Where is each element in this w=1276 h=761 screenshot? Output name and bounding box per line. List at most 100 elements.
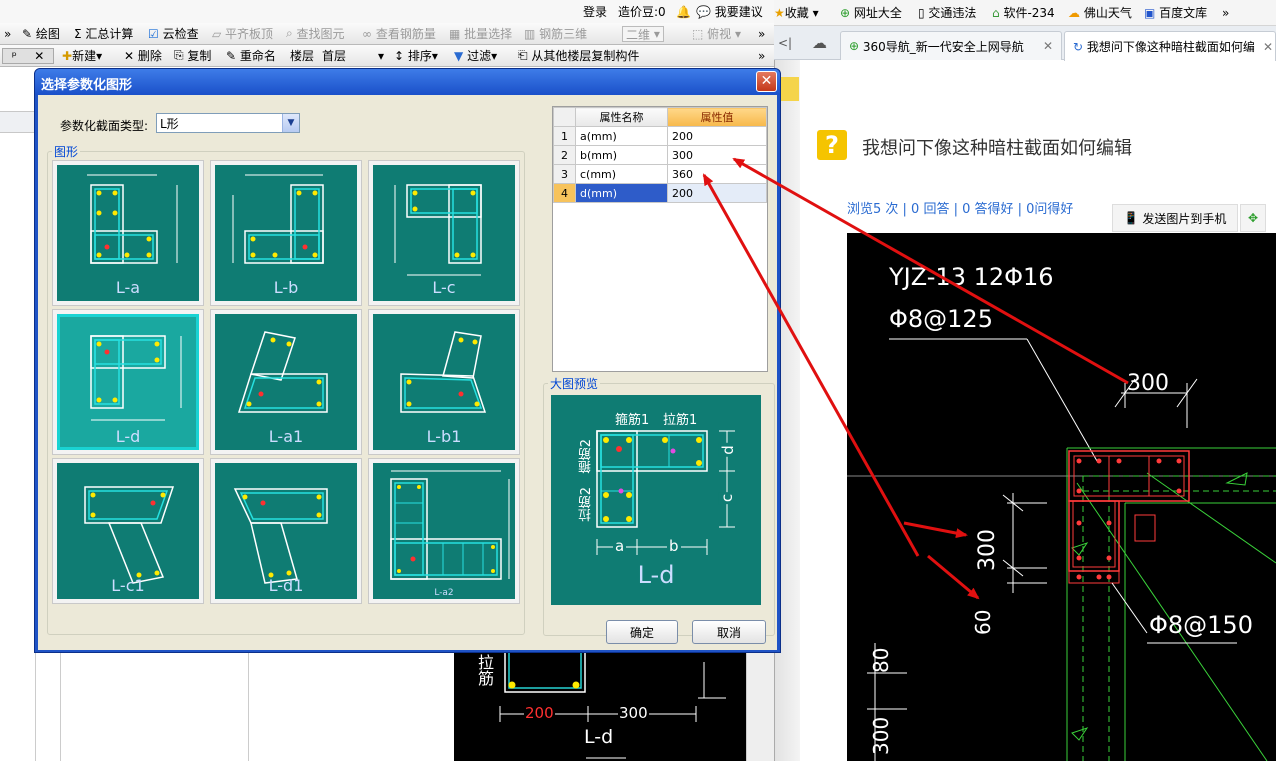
login-link[interactable]: 登录 (583, 0, 607, 23)
prop-name: a(mm) (575, 126, 668, 146)
suggest-link[interactable]: 💬 我要建议 (696, 0, 763, 23)
bookmark-weather-label: 佛山天气 (1083, 6, 1132, 20)
panel-pin-close[interactable]: ᵖ ✕ (2, 48, 54, 64)
tab-question-close-icon[interactable]: ✕ (1262, 39, 1273, 54)
cloud-check-button[interactable]: ☑ 云检查 (148, 23, 199, 44)
fullscreen-button[interactable]: ✥ (1240, 204, 1266, 232)
filter-button[interactable]: ▼ 过滤 ▾ (454, 45, 497, 66)
tab-360-close-icon[interactable]: ✕ (1043, 39, 1053, 53)
tools-toolbar: » ✎ 绘图 Σ 汇总计算 ☑ 云检查 ▱ 平齐板顶 ⌕ 查找图元 ∞ 查看钢筋… (0, 23, 774, 45)
dialog-close-button[interactable]: ✕ (756, 71, 777, 92)
shape-thumb-l-c[interactable]: L-c (368, 160, 520, 306)
shape-thumb-l-a1[interactable]: L-a1 (210, 309, 362, 455)
rebar-3d-label: 钢筋三维 (539, 27, 588, 41)
flush-slab-button[interactable]: ▱ 平齐板顶 (212, 23, 273, 44)
prop-row-selected[interactable]: 4 d(mm) 200 (553, 183, 767, 203)
shape-thumb-l-c1[interactable]: L-c1 (52, 458, 204, 604)
cloud-tab-icon[interactable]: ☁ (812, 26, 827, 59)
shape-thumb-l-b1[interactable]: L-b1 (368, 309, 520, 455)
bookmark-baidu-wenku-label: 百度文库 (1159, 6, 1208, 20)
prop-row-number: 3 (553, 164, 576, 184)
summary-label: 汇总计算 (85, 27, 134, 41)
shape-thumb-l-b[interactable]: L-b (210, 160, 362, 306)
bookmark-weather[interactable]: ☁ 佛山天气 (1068, 0, 1132, 25)
cancel-button[interactable]: 取消 (692, 620, 766, 644)
view-rebar-button[interactable]: ∞ 查看钢筋量 (362, 23, 436, 44)
tab-question[interactable]: ↻ 我想问下像这种暗柱截面如何编 ✕ (1064, 31, 1276, 61)
properties-table-frame: 属性名称 属性值 1 a(mm) 200 2 b(mm) 300 3 c(mm)… (552, 106, 768, 372)
section-type-label: 参数化截面类型: (60, 119, 149, 133)
floor-value: 首层 (322, 49, 347, 63)
shape-thumb-l-a2[interactable]: L-a2 (368, 458, 520, 604)
view-2d-select[interactable]: 二维 ▾ (622, 26, 664, 42)
app-scrollbar[interactable] (746, 652, 774, 761)
section-type-select[interactable]: L形 ▼ (156, 113, 300, 133)
ok-button[interactable]: 确定 (606, 620, 678, 644)
preview-tie2-label: 拉筋2 (579, 487, 594, 522)
pin-icon[interactable]: ᵖ (12, 49, 17, 63)
preview-dim-d: d (718, 443, 737, 457)
cad-bottom-caption: L-d (584, 726, 614, 748)
bookmark-favorites[interactable]: ★ 收藏 ▾ (774, 0, 819, 25)
bookmark-traffic[interactable]: ▯ 交通违法 (918, 0, 976, 25)
prop-row[interactable]: 2 b(mm) 300 (553, 145, 767, 165)
bookmark-software-label: 软件-234 (1003, 6, 1055, 20)
bookmark-favorites-label: 收藏 (784, 6, 809, 20)
copy-button[interactable]: ⎘ 复制 (174, 45, 211, 66)
tab-question-label: 我想问下像这种暗柱截面如何编 (1086, 40, 1255, 54)
bookmark-software[interactable]: ⌂ 软件-234 (992, 0, 1055, 25)
preview-dim-b: b (667, 537, 681, 555)
shape-l-d-caption: L-d (115, 427, 141, 446)
send-to-phone-button[interactable]: 📱 发送图片到手机 (1112, 204, 1238, 232)
draw-button[interactable]: ✎ 绘图 (22, 23, 60, 44)
shape-l-b-caption: L-b (273, 278, 299, 297)
question-title: 我想问下像这种暗柱截面如何编辑 (862, 138, 1132, 159)
tab-360[interactable]: ⊕ 360导航_新一代安全上网导航 ✕ (840, 31, 1062, 60)
batch-select-label: 批量选择 (464, 27, 513, 41)
left-panel (0, 67, 36, 761)
shape-thumb-l-d[interactable]: L-d (52, 309, 204, 455)
cad-dim-left-60: 60 (971, 609, 995, 635)
prop-name-header: 属性名称 (575, 107, 668, 127)
shape-l-c1-caption: L-c1 (111, 576, 145, 595)
shape-thumb-l-a[interactable]: L-a (52, 160, 204, 306)
prop-value-c[interactable]: 360 (667, 164, 767, 184)
cad-dim-top: 300 (1127, 371, 1169, 396)
dropdown-arrow-icon[interactable]: ▼ (282, 114, 299, 132)
bookmark-baidu-wenku[interactable]: ▣ 百度文库 (1144, 0, 1207, 25)
summary-button[interactable]: Σ 汇总计算 (74, 23, 133, 44)
question-icon: ? (817, 130, 847, 160)
copy-floor-button[interactable]: ⎗ 从其他楼层复制构件 (518, 45, 639, 66)
question-stats: 浏览5 次 | 0 回答 | 0 答得好 | 0问得好 (847, 202, 1074, 217)
batch-select-button[interactable]: ▦ 批量选择 (449, 23, 512, 44)
prop-value-a[interactable]: 200 (667, 126, 767, 146)
close-x-icon: ✕ (760, 73, 773, 89)
floor-select[interactable]: 首层 ▾ (322, 45, 384, 66)
bookmark-site-directory-label: 网址大全 (853, 6, 902, 20)
shape-thumb-l-d1[interactable]: L-d1 (210, 458, 362, 604)
view-2d-label: 二维 (626, 27, 651, 42)
dialog-titlebar[interactable]: 选择参数化图形 ✕ (35, 69, 780, 95)
cad-dim-left-300: 300 (975, 529, 1000, 571)
prop-row[interactable]: 3 c(mm) 360 (553, 164, 767, 184)
prop-value-d[interactable]: 200 (667, 183, 767, 203)
new-button[interactable]: ✚ 新建 ▾ (62, 45, 102, 66)
filter-label: 过滤 (467, 49, 492, 63)
prop-value-b[interactable]: 300 (667, 145, 767, 165)
rebar-3d-button[interactable]: ▥ 钢筋三维 (524, 23, 587, 44)
find-element-button[interactable]: ⌕ 查找图元 (286, 23, 345, 44)
shape-l-d1-caption: L-d1 (268, 576, 304, 595)
preview-group-title: 大图预览 (548, 375, 601, 392)
tab-scroll-left[interactable]: <| (778, 26, 792, 59)
prop-row[interactable]: 1 a(mm) 200 (553, 126, 767, 146)
view-top-button[interactable]: ⬚ 俯视 ▾ (692, 23, 741, 44)
bookmark-site-directory[interactable]: ⊕ 网址大全 (840, 0, 902, 25)
preview-hoop2-label: 箍筋2 (579, 439, 594, 474)
bell-icon[interactable]: 🔔 (676, 0, 691, 23)
parametric-shape-dialog: 选择参数化图形 ✕ 参数化截面类型: L形 ▼ 图形 L-a L-b L-c L… (34, 68, 781, 653)
rename-button[interactable]: ✎ 重命名 (226, 45, 276, 66)
delete-button[interactable]: ✕ 删除 (124, 45, 162, 66)
bookmarks-more-icon[interactable]: » (1222, 0, 1229, 25)
close-icon[interactable]: ✕ (34, 49, 44, 63)
sort-button[interactable]: ↕ 排序 ▾ (394, 45, 438, 66)
